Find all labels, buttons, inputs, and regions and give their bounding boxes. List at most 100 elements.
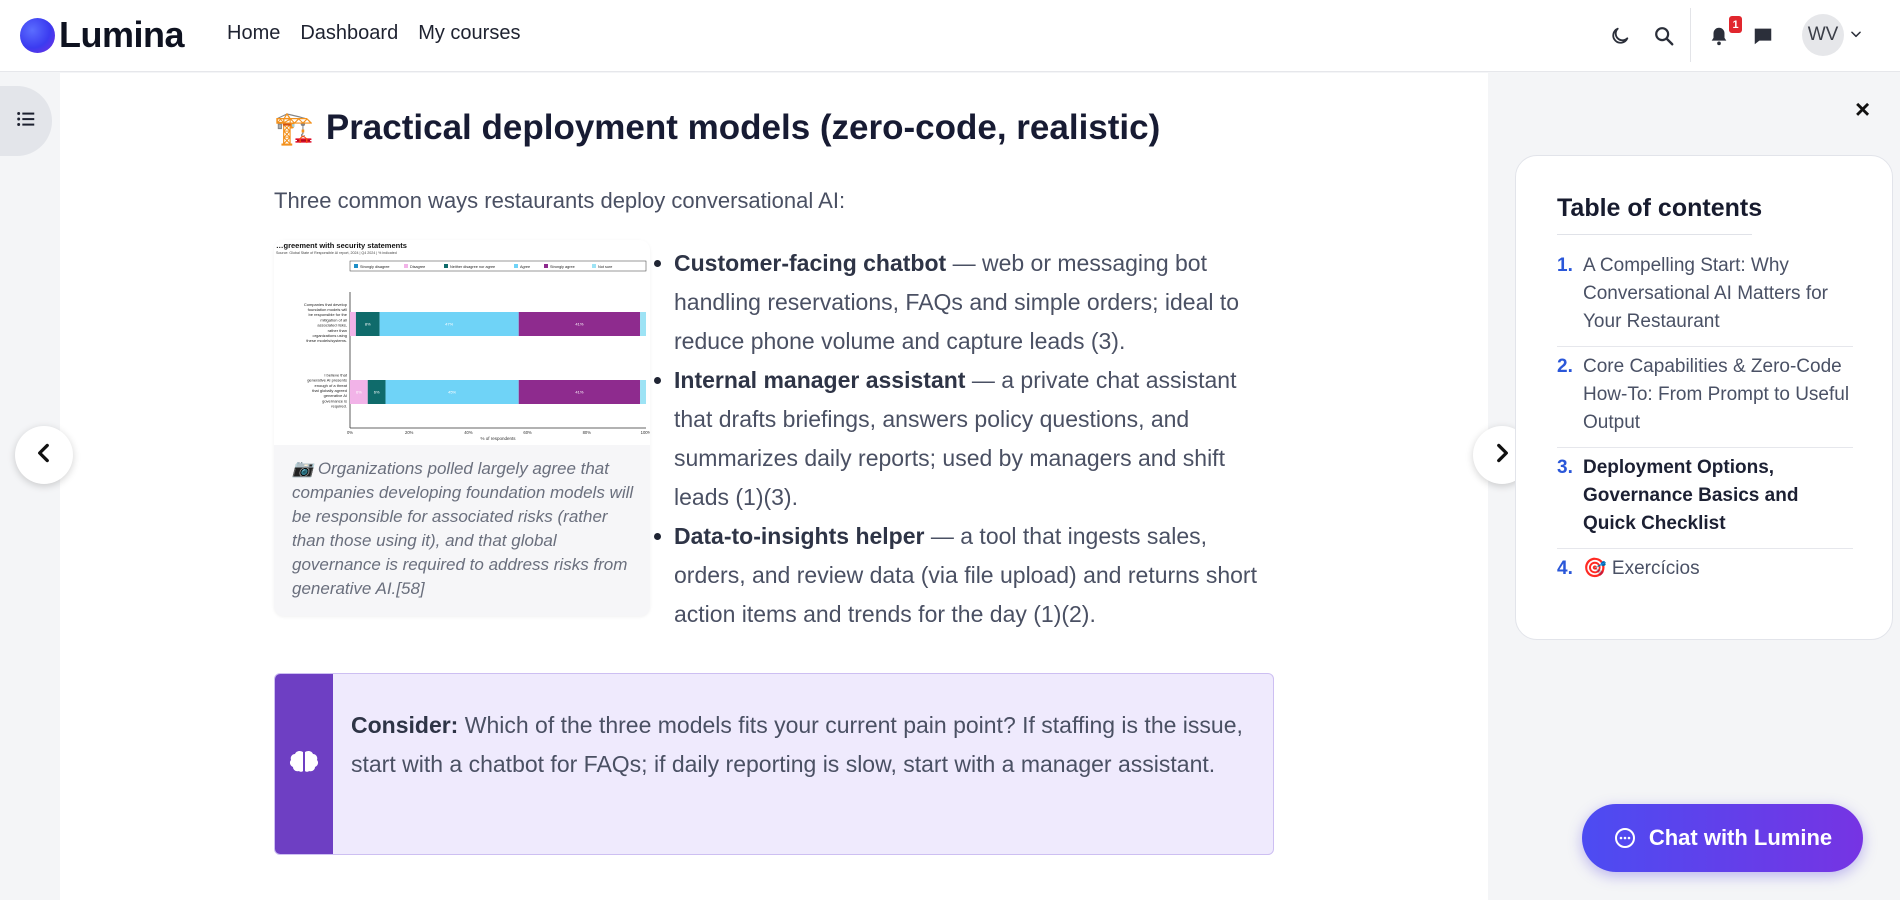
nav-my-courses[interactable]: My courses xyxy=(418,22,520,45)
construction-icon: 🏗️ xyxy=(274,110,314,146)
search-icon[interactable] xyxy=(1650,22,1678,50)
legend-swatch xyxy=(444,264,448,268)
nav-home[interactable]: Home xyxy=(227,22,280,45)
legend-label: Neither disagree nor agree xyxy=(450,265,495,269)
previous-lesson-button[interactable] xyxy=(15,426,73,484)
legend-label: Strongly disagree xyxy=(360,265,390,269)
chart-tick-label: 80% xyxy=(583,430,592,435)
intro-text: Three common ways restaurants deploy con… xyxy=(274,188,846,213)
toc-title-divider xyxy=(1557,234,1752,235)
legend-label: Disagree xyxy=(410,265,425,269)
callout-body: Which of the three models fits your curr… xyxy=(351,712,1243,777)
close-toc-button[interactable]: × xyxy=(1855,94,1870,125)
toc-item-label: A Compelling Start: Why Conversational A… xyxy=(1583,255,1828,332)
chat-bubble-icon xyxy=(1614,828,1635,848)
toc-list: 1. A Compelling Start: Why Conversationa… xyxy=(1557,246,1853,593)
figure-chart[interactable]: …greement with security statements Sourc… xyxy=(274,240,650,445)
stacked-bar-chart: …greement with security statements Sourc… xyxy=(276,241,650,441)
list-item: Customer-facing chatbot — web or messagi… xyxy=(650,244,1270,361)
dark-mode-icon[interactable] xyxy=(1606,22,1634,50)
chart-data-label: 41% xyxy=(575,390,583,395)
chevron-left-icon xyxy=(31,440,57,471)
figure-caption-text: Organizations polled largely agree that … xyxy=(292,459,634,598)
chat-with-lumine-button[interactable]: Chat with Lumine xyxy=(1582,804,1863,872)
messages-icon[interactable] xyxy=(1749,22,1777,50)
list-item-title: Customer-facing chatbot xyxy=(674,250,947,276)
notification-badge: 1 xyxy=(1729,16,1742,33)
legend-label: Not sure xyxy=(598,265,612,269)
chat-button-label: Chat with Lumine xyxy=(1648,825,1833,850)
chart-tick-label: 20% xyxy=(405,430,414,435)
chevron-right-icon xyxy=(1489,440,1515,471)
callout-accent xyxy=(275,674,333,854)
chart-data-label: 45% xyxy=(448,390,456,395)
chart-source: Source: Global State of Responsible AI r… xyxy=(276,251,397,255)
legend-swatch xyxy=(404,264,408,268)
chart-category-label: I believe that generative AI presents enou… xyxy=(307,372,348,408)
toc-item-number: 2. xyxy=(1557,356,1573,377)
section-heading: 🏗️ Practical deployment models (zero-cod… xyxy=(274,108,1160,148)
top-bar: Lumina Home Dashboard My courses 1 WV xyxy=(0,0,1900,72)
chart-bar-segment xyxy=(640,380,646,404)
avatar[interactable]: WV xyxy=(1802,14,1844,56)
brain-icon xyxy=(289,749,319,780)
chart-data-label: 41% xyxy=(575,322,583,327)
main-nav: Home Dashboard My courses xyxy=(227,22,520,45)
legend-swatch xyxy=(544,264,548,268)
toc-title: Table of contents xyxy=(1557,194,1763,222)
nav-dashboard[interactable]: Dashboard xyxy=(300,22,398,45)
list-item-title: Data-to-insights helper xyxy=(674,523,925,549)
chart-data-label: 6% xyxy=(356,390,362,395)
toc-item-label: 🎯 Exercícios xyxy=(1583,558,1700,579)
chart-tick-label: 40% xyxy=(464,430,473,435)
toc-item-label: Core Capabilities & Zero-Code How-To: Fr… xyxy=(1583,356,1850,433)
chart-bar-segment xyxy=(640,312,646,336)
brand-logo xyxy=(20,17,55,53)
table-of-contents: Table of contents 1. A Compelling Start:… xyxy=(1515,155,1893,640)
toc-item-number: 4. xyxy=(1557,558,1573,579)
list-item: Internal manager assistant — a private c… xyxy=(650,361,1270,517)
consider-callout: Consider: Which of the three models fits… xyxy=(274,673,1274,855)
legend-label: Agree xyxy=(520,265,530,269)
chart-title: …greement with security statements xyxy=(276,241,407,250)
chart-category-labels: Companies that develop foundation models … xyxy=(304,302,348,409)
chart-data-label: 47% xyxy=(445,322,453,327)
chart-ticks: 0% 20% 40% 60% 80% 100% xyxy=(347,430,650,435)
chart-bars: 8% 47% 41% 6% 6% 45% 41% xyxy=(350,312,646,404)
chart-bar-segment xyxy=(350,312,356,336)
header-divider xyxy=(1690,8,1691,62)
legend-swatch xyxy=(514,264,518,268)
legend-swatch xyxy=(354,264,358,268)
toc-item-number: 3. xyxy=(1557,457,1573,478)
brand[interactable]: Lumina xyxy=(20,14,185,56)
brand-name: Lumina xyxy=(59,14,185,55)
chart-data-label: 8% xyxy=(365,322,371,327)
toc-item-label: Deployment Options, Governance Basics an… xyxy=(1583,457,1799,534)
chart-legend: Strongly disagree Disagree Neither disagre… xyxy=(349,260,647,272)
callout-text: Consider: Which of the three models fits… xyxy=(351,706,1251,784)
legend-swatch xyxy=(592,264,596,268)
list-icon xyxy=(15,108,37,135)
legend-label: Strongly agree xyxy=(550,265,575,269)
section-heading-text: Practical deployment models (zero-code, … xyxy=(325,108,1161,147)
toc-toggle-button[interactable] xyxy=(0,86,52,156)
callout-label: Consider: xyxy=(351,712,459,738)
toc-item-3[interactable]: 3. Deployment Options, Governance Basics… xyxy=(1557,448,1853,549)
toc-item-4[interactable]: 4. 🎯 Exercícios xyxy=(1557,549,1853,593)
figure-card: …greement with security statements Sourc… xyxy=(274,240,650,616)
chart-data-label: 6% xyxy=(374,390,380,395)
toc-item-2[interactable]: 2. Core Capabilities & Zero-Code How-To:… xyxy=(1557,347,1853,448)
chart-tick-label: 60% xyxy=(523,430,532,435)
camera-icon: 📷 xyxy=(292,459,314,478)
list-item: Data-to-insights helper — a tool that in… xyxy=(650,517,1270,634)
figure-caption: 📷 Organizations polled largely agree tha… xyxy=(292,457,638,601)
chart-category-label: Companies that develop foundation models … xyxy=(304,302,348,343)
toc-item-number: 1. xyxy=(1557,255,1573,276)
toc-item-1[interactable]: 1. A Compelling Start: Why Conversationa… xyxy=(1557,246,1853,347)
chart-xlabel: % of respondents xyxy=(480,436,516,441)
deployment-list: Customer-facing chatbot — web or messagi… xyxy=(650,244,1270,634)
list-item-title: Internal manager assistant xyxy=(674,367,966,393)
chart-tick-label: 0% xyxy=(347,430,353,435)
chevron-down-icon[interactable] xyxy=(1849,27,1863,46)
chart-tick-label: 100% xyxy=(641,430,650,435)
